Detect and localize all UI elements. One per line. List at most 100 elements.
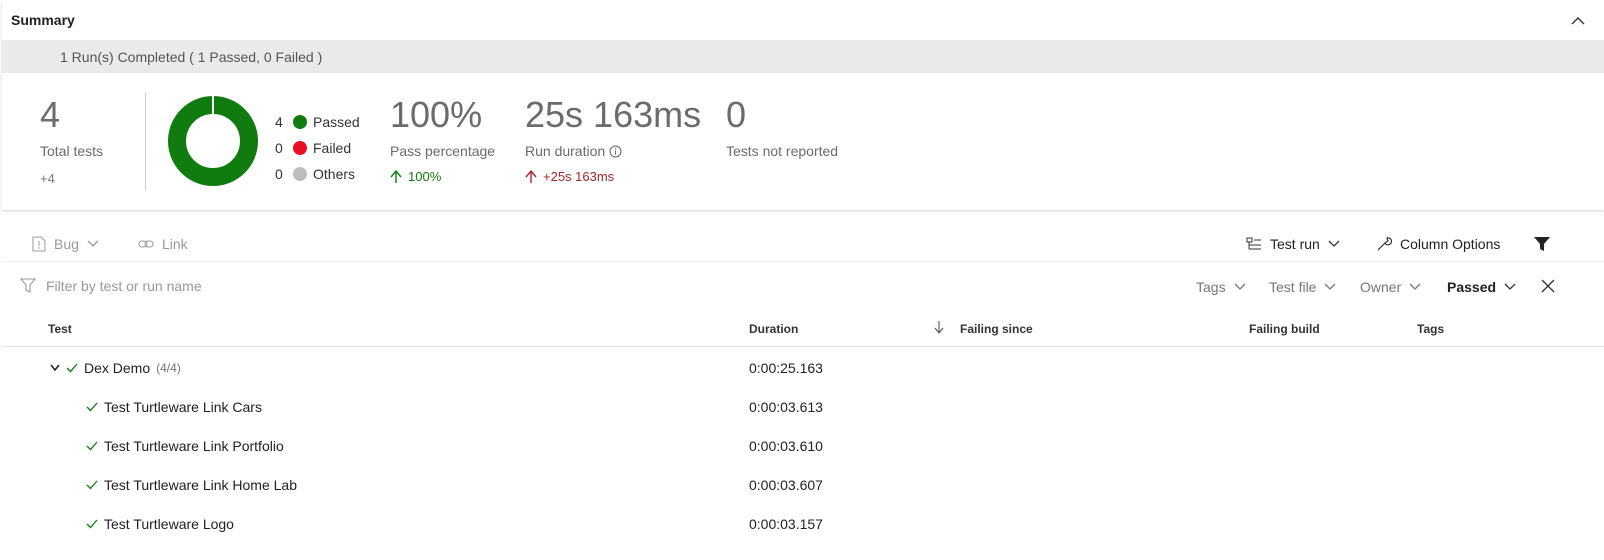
column-header-tags[interactable]: Tags [1417, 322, 1444, 336]
filter-search-input[interactable]: Filter by test or run name [20, 278, 202, 294]
legend-passed-label: Passed [313, 114, 360, 130]
filter-icon [20, 278, 36, 293]
link-button[interactable]: Link [138, 236, 188, 252]
passed-check-icon [86, 480, 98, 490]
close-icon [1541, 279, 1555, 293]
tags-filter-dropdown[interactable]: Tags [1196, 279, 1246, 295]
test-file-filter-label: Test file [1269, 279, 1317, 295]
passed-check-icon [66, 363, 78, 373]
owner-filter-dropdown[interactable]: Owner [1360, 279, 1421, 295]
legend-passed: 4 Passed [275, 109, 360, 135]
summary-header[interactable]: Summary [2, 0, 1604, 40]
group-name-cell: Dex Demo (4/4) [50, 360, 181, 376]
filter-placeholder: Filter by test or run name [46, 278, 202, 294]
chevron-up-icon[interactable] [1566, 8, 1590, 32]
total-tests-value: 4 [40, 94, 61, 135]
legend-failed: 0 Failed [275, 135, 360, 161]
test-group-row[interactable]: Dex Demo (4/4) 0:00:25.163 [2, 348, 1604, 387]
run-status-banner: 1 Run(s) Completed ( 1 Passed, 0 Failed … [2, 40, 1604, 73]
test-name: Test Turtleware Link Portfolio [104, 438, 284, 454]
test-row[interactable]: Test Turtleware Link Cars 0:00:03.613 [2, 387, 1604, 426]
bug-button-label: Bug [54, 235, 79, 252]
test-duration: 0:00:03.607 [749, 477, 823, 493]
new-bug-icon [32, 236, 46, 251]
owner-filter-label: Owner [1360, 279, 1402, 295]
chevron-down-icon [1325, 283, 1336, 290]
pass-percentage-delta: 100% [390, 169, 495, 184]
clear-filters-button[interactable] [1541, 279, 1555, 293]
pass-percentage-stat: 100% Pass percentage 100% [390, 95, 495, 185]
column-header-failing-build[interactable]: Failing build [1249, 322, 1320, 336]
stats-divider [145, 93, 146, 190]
outcome-legend: 4 Passed 0 Failed 0 Others [275, 109, 360, 187]
donut-passed-arc [168, 96, 258, 186]
group-name: Dex Demo [84, 360, 151, 376]
link-icon [138, 240, 154, 247]
test-row[interactable]: Test Turtleware Logo 0:00:03.157 [2, 504, 1604, 543]
test-duration: 0:00:03.613 [749, 399, 823, 415]
outcome-donut-chart [168, 96, 258, 186]
summary-card: Summary 1 Run(s) Completed ( 1 Passed, 0… [2, 0, 1604, 210]
tags-filter-label: Tags [1196, 279, 1226, 295]
link-button-label: Link [162, 235, 188, 252]
chevron-down-icon [1328, 240, 1340, 247]
test-name-cell: Test Turtleware Logo [86, 516, 234, 532]
test-row[interactable]: Test Turtleware Link Portfolio 0:00:03.6… [2, 426, 1604, 465]
others-dot-icon [293, 167, 307, 181]
passed-check-icon [86, 402, 98, 412]
legend-failed-label: Failed [313, 140, 352, 156]
total-tests-stat: 4 Total tests +4 [40, 94, 103, 187]
filter-filled-icon [1534, 236, 1550, 251]
run-duration-value: 25s 163ms [525, 94, 702, 135]
pass-percentage-delta-text: 100% [408, 169, 442, 184]
run-duration-label: Run duration [525, 143, 606, 159]
not-reported-label: Tests not reported [726, 143, 839, 159]
test-run-grouping-button[interactable]: Test run [1246, 236, 1340, 252]
outcome-filter-dropdown[interactable]: Passed [1447, 279, 1516, 295]
sort-descending-icon[interactable] [934, 320, 944, 337]
chevron-down-icon[interactable] [50, 364, 60, 372]
test-file-filter-dropdown[interactable]: Test file [1269, 279, 1336, 295]
test-name-cell: Test Turtleware Link Portfolio [86, 438, 284, 454]
wrench-icon [1377, 236, 1392, 250]
failed-dot-icon [293, 141, 307, 155]
test-name-cell: Test Turtleware Link Cars [86, 399, 262, 415]
outcome-filter-label: Passed [1447, 279, 1497, 295]
summary-title: Summary [11, 12, 75, 28]
column-header-duration[interactable]: Duration [749, 322, 798, 336]
run-duration-label-row: Run duration [525, 143, 701, 159]
group-by-icon [1246, 237, 1261, 249]
filter-toggle-button[interactable] [1533, 236, 1551, 252]
legend-others-label: Others [313, 166, 356, 182]
test-duration: 0:00:03.610 [749, 438, 823, 454]
chevron-down-icon [87, 240, 99, 247]
run-duration-delta: +25s 163ms [525, 169, 701, 184]
test-run-label: Test run [1270, 235, 1320, 252]
chevron-down-icon [1504, 283, 1516, 290]
passed-check-icon [86, 519, 98, 529]
column-options-label: Column Options [1400, 235, 1501, 252]
column-options-button[interactable]: Column Options [1376, 236, 1500, 252]
info-icon[interactable] [609, 145, 622, 158]
results-table-header: Test Duration Failing since Failing buil… [2, 312, 1604, 347]
column-header-failing-since[interactable]: Failing since [960, 322, 1033, 336]
filter-bar: Filter by test or run name Tags Test fil… [2, 266, 1604, 310]
arrow-up-icon [525, 169, 537, 183]
bug-button[interactable]: Bug [32, 236, 99, 252]
results-toolbar: Bug Link Test run Column Options [2, 226, 1604, 262]
test-row[interactable]: Test Turtleware Link Home Lab 0:00:03.60… [2, 465, 1604, 504]
not-reported-stat: 0 Tests not reported [726, 94, 839, 160]
group-count: (4/4) [156, 361, 181, 375]
test-name: Test Turtleware Link Cars [104, 399, 262, 415]
legend-passed-count: 4 [275, 114, 283, 130]
total-tests-delta: +4 [40, 171, 55, 186]
chevron-down-icon [1409, 283, 1421, 290]
legend-others-count: 0 [275, 166, 283, 182]
run-duration-delta-text: +25s 163ms [543, 169, 615, 184]
test-name: Test Turtleware Link Home Lab [104, 477, 297, 493]
not-reported-value: 0 [726, 94, 747, 135]
column-header-test[interactable]: Test [48, 322, 72, 336]
legend-failed-count: 0 [275, 140, 283, 156]
arrow-up-icon [390, 169, 402, 183]
test-name: Test Turtleware Logo [104, 516, 234, 532]
